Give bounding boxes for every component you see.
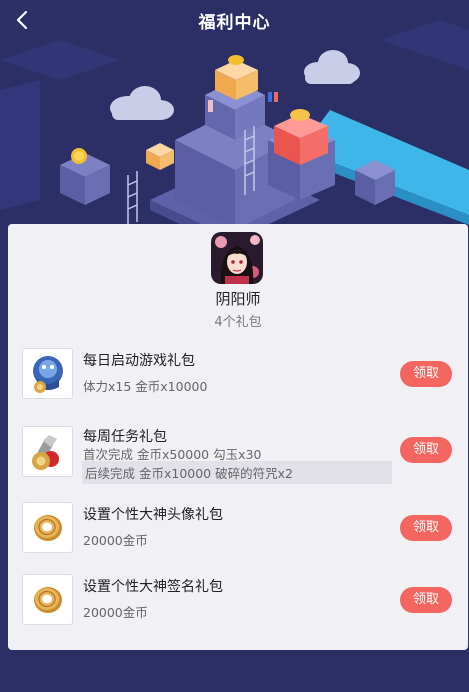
gift-item-icon [22,348,73,399]
gift-reward: 体力x15 金币x10000 [83,379,208,394]
list-item: 每日启动游戏礼包 体力x15 金币x10000 领取 [22,348,458,400]
list-item: 设置个性大神签名礼包 20000金币 领取 [22,574,458,626]
top-bar: 福利中心 [0,0,469,42]
coin-icon [22,574,73,625]
coin-icon [22,502,73,553]
claim-button[interactable]: 领取 [400,437,452,463]
gift-reward-highlight: 后续完成 金币x10000 破碎的符咒x2 [82,461,392,484]
claim-button[interactable]: 领取 [400,515,452,541]
game-name: 阴阳师 [215,290,261,308]
claim-button[interactable]: 领取 [400,361,452,387]
gift-reward: 20000金币 [83,605,148,620]
list-item: 每周任务礼包 首次完成 金币x50000 勾玉x30 后续完成 金币x10000… [22,424,458,484]
gift-item-icon [22,426,73,477]
gift-reward: 20000金币 [83,533,148,548]
list-item: 设置个性大神头像礼包 20000金币 领取 [22,502,458,554]
gift-title: 每日启动游戏礼包 [83,353,195,369]
gift-title: 设置个性大神签名礼包 [83,579,223,595]
gift-title: 每周任务礼包 [83,429,167,445]
page-title: 福利中心 [198,13,271,33]
claim-button[interactable]: 领取 [400,587,452,613]
gift-card: 阴阳师 4个礼包 每日启动游戏礼包 体力x15 金币x10000 领取 每周任务… [8,224,468,650]
gift-count: 4个礼包 [214,315,262,330]
gift-title: 设置个性大神头像礼包 [83,507,223,523]
game-icon [211,232,263,284]
